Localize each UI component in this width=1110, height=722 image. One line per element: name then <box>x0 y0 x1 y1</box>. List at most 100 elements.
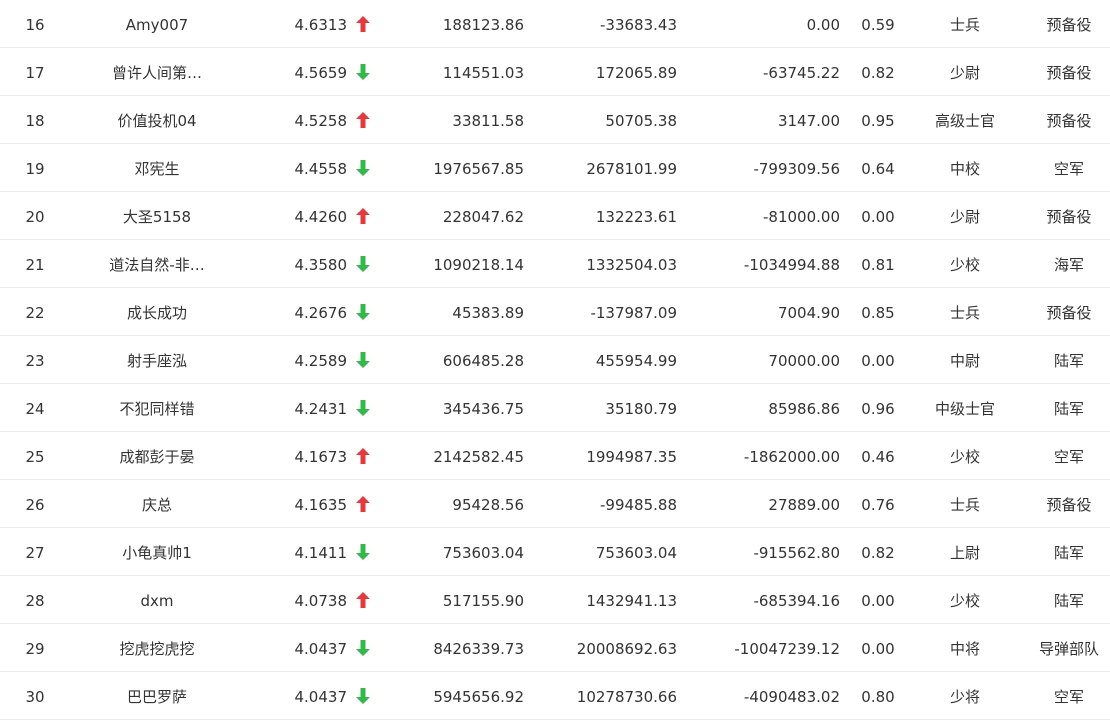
username-link[interactable]: 小龟真帅1 <box>92 528 222 575</box>
total-asset-cell: 517155.90 <box>442 592 524 610</box>
table-row[interactable]: 21 道法自然-非… 4.3580 1090218.14 1332504.03 -1034… <box>0 240 1110 288</box>
username-link[interactable]: 不犯同样错 <box>92 384 222 431</box>
profit-cell: 35180.79 <box>605 400 677 418</box>
arrow-up-icon <box>355 96 373 143</box>
rank-cell: 29 <box>25 640 45 658</box>
username-link[interactable]: Amy007 <box>92 0 222 47</box>
profit-cell: 10278730.66 <box>576 688 677 706</box>
arrow-up-icon <box>355 480 373 527</box>
total-asset-cell: 1976567.85 <box>433 160 524 178</box>
rank-cell: 19 <box>25 160 45 178</box>
total-asset-cell: 2142582.45 <box>433 448 524 466</box>
profit-cell: 172065.89 <box>595 64 677 82</box>
username-link[interactable]: 价值投机04 <box>92 96 222 143</box>
username-link[interactable]: 成都彭于晏 <box>92 432 222 479</box>
position-ratio-cell: 0.80 <box>861 688 895 706</box>
arrow-down-icon <box>355 336 373 383</box>
profit-cell: 132223.61 <box>595 208 677 226</box>
position-ratio-cell: 0.81 <box>861 256 895 274</box>
rank-cell: 27 <box>25 544 45 562</box>
table-row[interactable]: 29 挖虎挖虎挖 4.0437 8426339.73 20008692.63 -10047… <box>0 624 1110 672</box>
score-cell: 4.2676 <box>294 304 348 322</box>
cashflow-cell: 3147.00 <box>777 112 840 130</box>
position-ratio-cell: 0.85 <box>861 304 895 322</box>
table-row[interactable]: 30 巴巴罗萨 4.0437 5945656.92 10278730.66 -409048… <box>0 672 1110 720</box>
table-row[interactable]: 19 邓宪生 4.4558 1976567.85 2678101.99 -799309.5… <box>0 144 1110 192</box>
position-ratio-cell: 0.64 <box>861 160 895 178</box>
rank-cell: 21 <box>25 256 45 274</box>
arrow-down-icon <box>355 672 373 719</box>
cashflow-cell: 27889.00 <box>768 496 840 514</box>
position-ratio-cell: 0.82 <box>861 64 895 82</box>
rank-cell: 25 <box>25 448 45 466</box>
username-link[interactable]: 庆总 <box>92 480 222 527</box>
military-rank-cell: 中尉 <box>949 352 980 370</box>
cashflow-cell: 85986.86 <box>768 400 840 418</box>
military-rank-cell: 士兵 <box>949 304 980 322</box>
total-asset-cell: 33811.58 <box>452 112 524 130</box>
position-ratio-cell: 0.00 <box>861 592 895 610</box>
total-asset-cell: 95428.56 <box>452 496 524 514</box>
profit-cell: 753603.04 <box>595 544 677 562</box>
table-row[interactable]: 23 射手座泓 4.2589 606485.28 455954.99 70000.00 0.… <box>0 336 1110 384</box>
ranking-table: 16 Amy007 4.6313 188123.86 -33683.43 0.00 0.59… <box>0 0 1110 720</box>
username-link[interactable]: 道法自然-非… <box>92 240 222 287</box>
score-cell: 4.1635 <box>294 496 348 514</box>
score-cell: 4.6313 <box>294 16 348 34</box>
profit-cell: 2678101.99 <box>586 160 677 178</box>
table-row[interactable]: 20 大圣5158 4.4260 228047.62 132223.61 -81000.0… <box>0 192 1110 240</box>
rank-cell: 20 <box>25 208 45 226</box>
username-link[interactable]: 曾许人间第… <box>92 48 222 95</box>
cashflow-cell: -81000.00 <box>763 208 840 226</box>
profit-cell: 1994987.35 <box>586 448 677 466</box>
position-ratio-cell: 0.96 <box>861 400 895 418</box>
rank-cell: 30 <box>25 688 45 706</box>
arrow-up-icon <box>355 432 373 479</box>
military-rank-cell: 少尉 <box>949 64 980 82</box>
rank-cell: 26 <box>25 496 45 514</box>
table-row[interactable]: 27 小龟真帅1 4.1411 753603.04 753603.04 -915562.8… <box>0 528 1110 576</box>
military-rank-cell: 士兵 <box>949 496 980 514</box>
table-row[interactable]: 16 Amy007 4.6313 188123.86 -33683.43 0.00 0.59… <box>0 0 1110 48</box>
total-asset-cell: 606485.28 <box>442 352 524 370</box>
military-rank-cell: 上尉 <box>949 544 980 562</box>
corps-cell: 陆军 <box>1053 352 1084 370</box>
total-asset-cell: 5945656.92 <box>433 688 524 706</box>
table-row[interactable]: 22 成长成功 4.2676 45383.89 -137987.09 7004.90 0.8… <box>0 288 1110 336</box>
score-cell: 4.4558 <box>294 160 348 178</box>
score-cell: 4.0437 <box>294 640 348 658</box>
military-rank-cell: 中将 <box>949 640 980 658</box>
total-asset-cell: 228047.62 <box>442 208 524 226</box>
table-row[interactable]: 26 庆总 4.1635 95428.56 -99485.88 27889.00 0.76 士… <box>0 480 1110 528</box>
username-link[interactable]: 挖虎挖虎挖 <box>92 624 222 671</box>
score-cell: 4.5659 <box>294 64 348 82</box>
cashflow-cell: 7004.90 <box>777 304 840 322</box>
table-row[interactable]: 25 成都彭于晏 4.1673 2142582.45 1994987.35 -186200… <box>0 432 1110 480</box>
table-row[interactable]: 18 价值投机04 4.5258 33811.58 50705.38 3147.00 0.9… <box>0 96 1110 144</box>
military-rank-cell: 中校 <box>949 160 980 178</box>
rank-cell: 17 <box>25 64 45 82</box>
username-link[interactable]: 邓宪生 <box>92 144 222 191</box>
rank-cell: 24 <box>25 400 45 418</box>
table-row[interactable]: 24 不犯同样错 4.2431 345436.75 35180.79 85986.86 0.… <box>0 384 1110 432</box>
username-link[interactable]: 成长成功 <box>92 288 222 335</box>
military-rank-cell: 少将 <box>949 688 980 706</box>
cashflow-cell: -799309.56 <box>753 160 840 178</box>
username-link[interactable]: dxm <box>92 576 222 623</box>
table-row[interactable]: 17 曾许人间第… 4.5659 114551.03 172065.89 -63745.2… <box>0 48 1110 96</box>
corps-cell: 预备役 <box>1046 16 1092 34</box>
username-link[interactable]: 巴巴罗萨 <box>92 672 222 719</box>
military-rank-cell: 少校 <box>949 256 980 274</box>
total-asset-cell: 114551.03 <box>442 64 524 82</box>
position-ratio-cell: 0.00 <box>861 352 895 370</box>
military-rank-cell: 士兵 <box>949 16 980 34</box>
corps-cell: 预备役 <box>1046 208 1092 226</box>
username-link[interactable]: 大圣5158 <box>92 192 222 239</box>
username-link[interactable]: 射手座泓 <box>92 336 222 383</box>
table-row[interactable]: 28 dxm 4.0738 517155.90 1432941.13 -685394.16… <box>0 576 1110 624</box>
score-cell: 4.2589 <box>294 352 348 370</box>
total-asset-cell: 753603.04 <box>442 544 524 562</box>
position-ratio-cell: 0.59 <box>861 16 895 34</box>
arrow-down-icon <box>355 240 373 287</box>
cashflow-cell: -10047239.12 <box>734 640 840 658</box>
